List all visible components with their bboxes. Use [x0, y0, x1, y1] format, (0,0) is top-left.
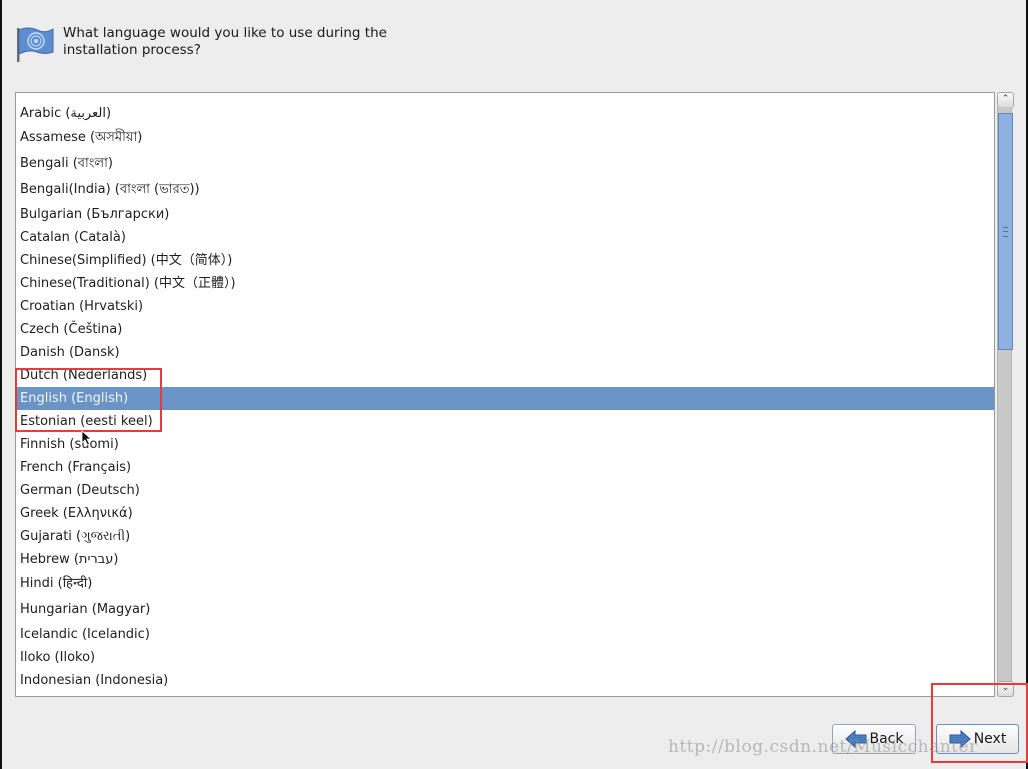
language-list-item[interactable]: Indonesian (Indonesia)	[16, 669, 994, 692]
page-header: What language would you like to use duri…	[15, 24, 403, 64]
globe-flag-icon	[17, 27, 54, 62]
language-list-items: Arabic (العربية) Assamese (অসমীয়া) Bengal…	[16, 93, 994, 696]
language-list-item[interactable]: Hebrew (עברית)	[16, 548, 994, 571]
language-list-item[interactable]: Hindi (हिन्दी)	[16, 571, 994, 597]
list-scrollbar[interactable]: ⌃ ⌄	[997, 92, 1014, 697]
arrow-right-icon	[949, 730, 971, 748]
language-list-item[interactable]: Finnish (suomi)	[16, 433, 994, 456]
language-list-item[interactable]: Estonian (eesti keel)	[16, 410, 994, 433]
page-title: What language would you like to use duri…	[63, 25, 387, 58]
grip-icon	[1003, 227, 1008, 237]
language-list-item[interactable]: Chinese(Traditional) (中文（正體）)	[16, 272, 994, 295]
language-list-item[interactable]: Dutch (Nederlands)	[16, 364, 994, 387]
language-list-item[interactable]: German (Deutsch)	[16, 479, 994, 502]
language-list-item[interactable]: Croatian (Hrvatski)	[16, 295, 994, 318]
language-list-item[interactable]: Czech (Čeština)	[16, 318, 994, 341]
next-button-label: Next	[973, 731, 1007, 747]
language-list-item[interactable]: Assamese (অসমীয়া)	[16, 125, 994, 151]
chevron-down-icon: ⌄	[1001, 683, 1010, 693]
language-list-item[interactable]: English (English)	[16, 387, 994, 410]
back-button[interactable]: Back	[832, 724, 916, 754]
watermark: http://blog.csdn.net/Musicchanter	[668, 737, 978, 757]
scrollbar-thumb[interactable]	[998, 113, 1013, 350]
language-list-item[interactable]: Icelandic (Icelandic)	[16, 623, 994, 646]
language-list-item[interactable]: Bengali(India) (বাংলা (ভারত))	[16, 177, 994, 203]
scrollbar-track[interactable]	[997, 107, 1013, 682]
language-list-item[interactable]: Italian (Italiano)	[16, 692, 994, 696]
language-list-item[interactable]: Bulgarian (Български)	[16, 203, 994, 226]
language-list-item[interactable]: Iloko (Iloko)	[16, 646, 994, 669]
language-list-item[interactable]: Gujarati (ગુજરાતી)	[16, 525, 994, 548]
language-list-item[interactable]: French (Français)	[16, 456, 994, 479]
language-list[interactable]: Arabic (العربية) Assamese (অসমীয়া) Bengal…	[15, 92, 995, 697]
scroll-up-button[interactable]: ⌃	[997, 92, 1014, 108]
window-edge-left	[0, 0, 2, 769]
mouse-cursor-icon	[81, 430, 93, 446]
chevron-up-icon: ⌃	[1001, 94, 1010, 104]
language-list-item[interactable]: Hungarian (Magyar)	[16, 597, 994, 623]
arrow-left-icon	[844, 730, 866, 748]
next-button[interactable]: Next	[936, 724, 1019, 754]
language-list-item[interactable]: Arabic (العربية)	[16, 102, 994, 125]
scroll-down-button[interactable]: ⌄	[997, 681, 1014, 697]
language-list-item[interactable]: Catalan (Català)	[16, 226, 994, 249]
language-list-item[interactable]: Greek (Ελληνικά)	[16, 502, 994, 525]
language-list-item[interactable]: Danish (Dansk)	[16, 341, 994, 364]
language-list-item[interactable]: Chinese(Simplified) (中文（简体）)	[16, 249, 994, 272]
language-list-item[interactable]: Bengali (বাংলা)	[16, 151, 994, 177]
list-item-partial	[16, 93, 994, 102]
back-button-label: Back	[869, 731, 904, 747]
